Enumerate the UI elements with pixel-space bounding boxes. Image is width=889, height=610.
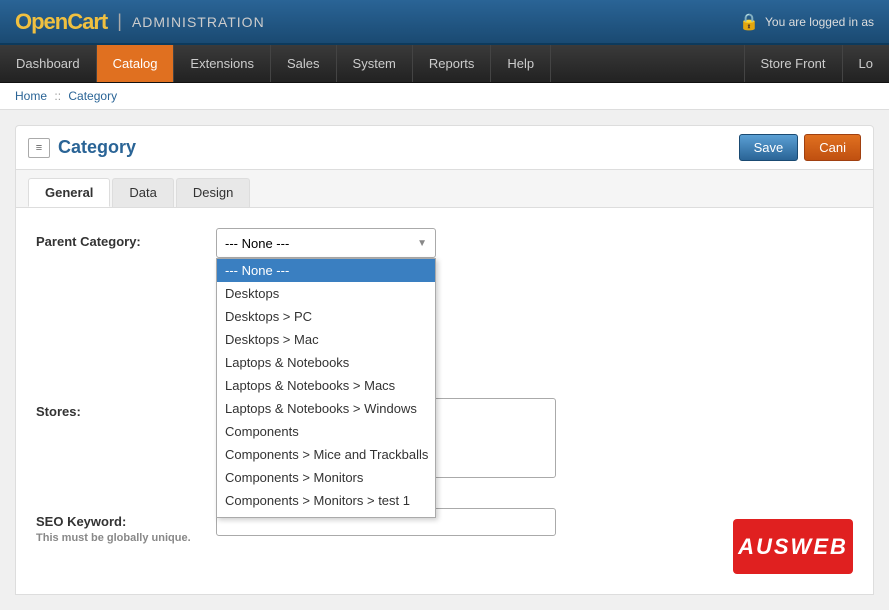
cancel-button[interactable]: Cani <box>804 134 861 161</box>
breadcrumb-home[interactable]: Home <box>15 89 47 103</box>
select-value: --- None --- <box>225 236 289 251</box>
save-button[interactable]: Save <box>739 134 799 161</box>
parent-category-row: Parent Category: --- None --- ▼ --- None… <box>36 228 853 268</box>
dropdown-item-components-monitors-test2[interactable]: Components > Monitors > test 2 <box>217 512 435 518</box>
nav-storefront[interactable]: Store Front <box>744 45 842 82</box>
nav-right: Store Front Lo <box>744 45 889 82</box>
parent-category-label: Parent Category: <box>36 228 216 249</box>
page-title-area: ≡ Category <box>28 137 136 158</box>
dropdown-item-components-mice[interactable]: Components > Mice and Trackballs <box>217 443 435 466</box>
nav-system[interactable]: System <box>337 45 413 82</box>
dropdown-item-components-monitors-test1[interactable]: Components > Monitors > test 1 <box>217 489 435 512</box>
nav-logout[interactable]: Lo <box>842 45 889 82</box>
nav-dashboard[interactable]: Dashboard <box>0 45 97 82</box>
nav-help[interactable]: Help <box>491 45 551 82</box>
header: OpenCart | ADMINISTRATION 🔒 You are logg… <box>0 0 889 45</box>
parent-category-control: --- None --- ▼ --- None --- Desktops Des… <box>216 228 853 258</box>
dropdown-item-desktops[interactable]: Desktops <box>217 282 435 305</box>
admin-label: ADMINISTRATION <box>132 14 265 30</box>
stores-row: Stores: <box>36 398 853 488</box>
lock-icon: 🔒 <box>739 12 759 32</box>
main-content: ≡ Category Save Cani General Data Design… <box>0 110 889 610</box>
dropdown-list[interactable]: --- None --- Desktops Desktops > PC Desk… <box>216 258 436 518</box>
page-title: Category <box>58 137 136 158</box>
content-area: Parent Category: --- None --- ▼ --- None… <box>15 208 874 595</box>
dropdown-item-desktops-pc[interactable]: Desktops > PC <box>217 305 435 328</box>
tab-design[interactable]: Design <box>176 178 250 207</box>
header-divider: | <box>117 11 122 32</box>
nav-reports[interactable]: Reports <box>413 45 492 82</box>
seo-hint: This must be globally unique. <box>36 532 216 544</box>
tab-general[interactable]: General <box>28 178 110 207</box>
breadcrumb-category[interactable]: Category <box>68 89 117 103</box>
breadcrumb-sep: :: <box>54 89 61 103</box>
brand-text: AUSWEB <box>738 534 848 560</box>
parent-category-select[interactable]: --- None --- ▼ <box>216 228 436 258</box>
page-header: ≡ Category Save Cani <box>15 125 874 170</box>
nav-catalog[interactable]: Catalog <box>97 45 175 82</box>
dropdown-item-laptops[interactable]: Laptops & Notebooks <box>217 351 435 374</box>
seo-label: SEO Keyword: This must be globally uniqu… <box>36 508 216 544</box>
dropdown-item-components[interactable]: Components <box>217 420 435 443</box>
logo: OpenCart <box>15 9 107 35</box>
logged-in-text: You are logged in as <box>765 15 874 29</box>
logged-in-status: 🔒 You are logged in as <box>739 12 874 32</box>
dropdown-item-laptops-macs[interactable]: Laptops & Notebooks > Macs <box>217 374 435 397</box>
category-icon: ≡ <box>28 138 50 158</box>
header-buttons: Save Cani <box>739 134 861 161</box>
dropdown-item-components-monitors[interactable]: Components > Monitors <box>217 466 435 489</box>
brand-watermark: AUSWEB <box>733 519 853 574</box>
navbar: Dashboard Catalog Extensions Sales Syste… <box>0 45 889 83</box>
dropdown-item-none[interactable]: --- None --- <box>217 259 435 282</box>
stores-label: Stores: <box>36 398 216 419</box>
select-arrow-icon: ▼ <box>417 238 427 249</box>
nav-sales[interactable]: Sales <box>271 45 337 82</box>
dropdown-item-desktops-mac[interactable]: Desktops > Mac <box>217 328 435 351</box>
tabs-bar: General Data Design <box>15 170 874 208</box>
seo-row: SEO Keyword: This must be globally uniqu… <box>36 508 853 554</box>
nav-extensions[interactable]: Extensions <box>174 45 271 82</box>
dropdown-item-laptops-windows[interactable]: Laptops & Notebooks > Windows <box>217 397 435 420</box>
tab-data[interactable]: Data <box>112 178 173 207</box>
breadcrumb: Home :: Category <box>0 83 889 110</box>
